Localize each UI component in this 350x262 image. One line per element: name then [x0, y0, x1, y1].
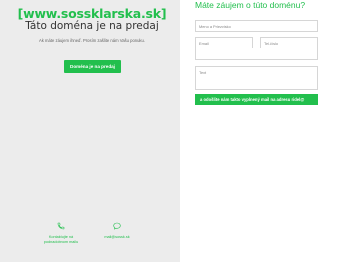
contact-email-label: mail@sossk.sk [104, 235, 130, 239]
for-sale-heading: Táto doména je na predaj [25, 20, 159, 32]
sale-description: Ak máte záujem ihneď. Prosím zašlite nám… [38, 38, 146, 43]
chat-icon [113, 222, 121, 230]
message-textarea[interactable]: Text [195, 66, 318, 90]
extra-field[interactable] [195, 48, 318, 60]
phone-icon [57, 222, 65, 230]
submit-button[interactable]: a odošlite nám takto vyplnený mail na ad… [195, 94, 318, 105]
domain-name-title: [www.sossklarska.sk] [17, 6, 167, 21]
name-field[interactable]: Meno a Priezvisko [195, 20, 318, 32]
form-title: Máte záujem o túto doménu? [195, 0, 306, 10]
domain-for-sale-button[interactable]: Doména je na predaj [64, 60, 121, 73]
contact-phone[interactable]: Kontaktujte ná podnadobnom mailu [36, 222, 86, 245]
contact-phone-line2: podnadobnom mailu [43, 240, 79, 244]
contact-email[interactable]: mail@sossk.sk [92, 222, 142, 240]
